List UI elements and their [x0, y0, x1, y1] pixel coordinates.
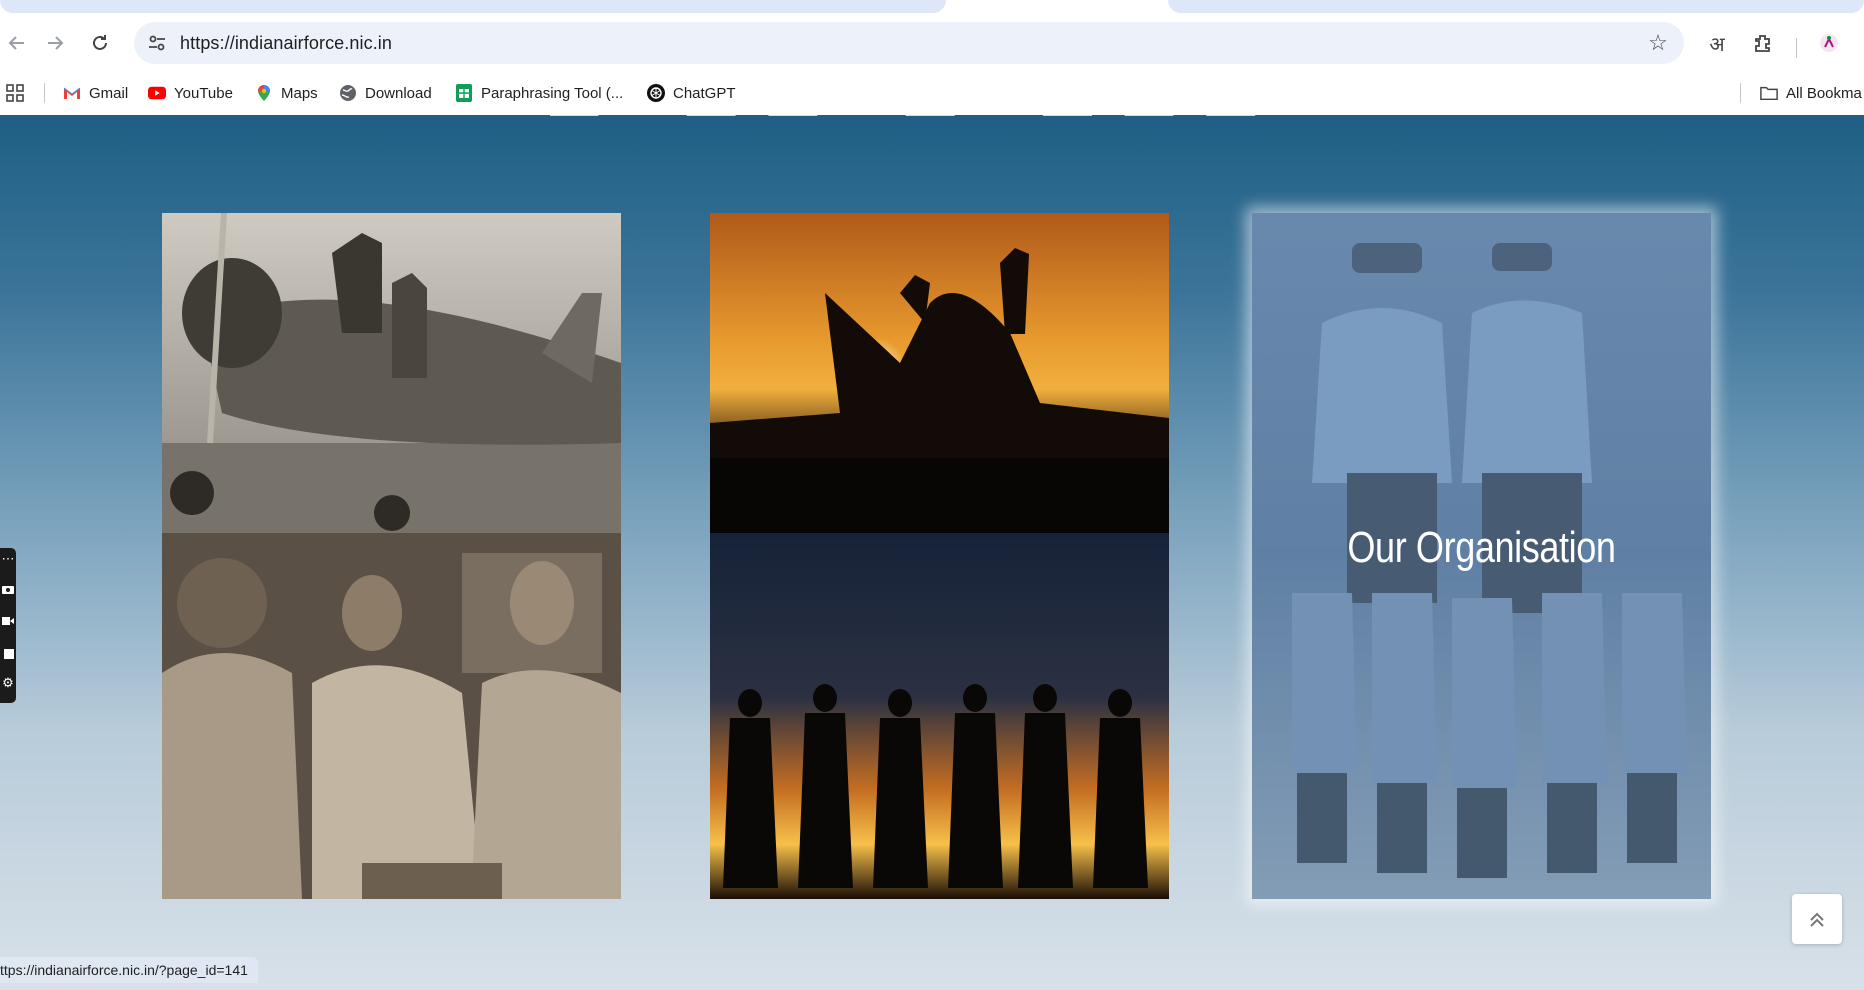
bookmark-download[interactable]: Download — [339, 82, 432, 104]
bookmark-label: Download — [365, 84, 432, 102]
gmail-icon — [63, 84, 81, 102]
history-card[interactable] — [162, 213, 621, 899]
folder-icon — [1760, 84, 1778, 102]
back-arrow-icon[interactable] — [0, 26, 34, 60]
bookmark-youtube[interactable]: YouTube — [148, 82, 233, 104]
url-text[interactable]: https://indianairforce.nic.in — [180, 33, 392, 54]
section-heading-cutoff: ▀ ▀▀ ▀ ▀▀▀ ▀▀ — [550, 115, 1310, 135]
bookmark-gmail[interactable]: Gmail — [63, 82, 128, 104]
jet-sunset-photo — [710, 213, 1169, 533]
bookmarks-bar: Gmail YouTube Maps Download Paraphrasing… — [0, 72, 1864, 115]
files-icon[interactable] — [0, 642, 16, 664]
organisation-card[interactable]: Our Organisation — [1252, 213, 1711, 899]
all-bookmarks[interactable]: All Bookma — [1760, 82, 1862, 104]
gear-icon[interactable]: ⚙ — [0, 672, 16, 694]
sheets-icon — [455, 84, 473, 102]
toolbar-divider — [1796, 38, 1797, 58]
bookmarks-divider — [44, 83, 45, 103]
bookmark-label: ChatGPT — [673, 84, 736, 102]
more-dots-icon[interactable]: ⋯ — [0, 548, 16, 570]
maps-icon — [255, 84, 273, 102]
bookmark-label: Paraphrasing Tool (... — [481, 84, 624, 102]
page-content: ▀ ▀▀ ▀ ▀▀▀ ▀▀ — [0, 115, 1864, 990]
browser-toolbar: https://indianairforce.nic.in ☆ अ — [0, 14, 1864, 72]
bookmark-label: YouTube — [174, 84, 233, 102]
browser-tab-right[interactable] — [1168, 0, 1864, 13]
camera-icon[interactable] — [0, 578, 16, 600]
status-bar-url: ttps://indianairforce.nic.in/?page_id=14… — [0, 957, 258, 983]
organisation-card-label[interactable]: Our Organisation — [1293, 523, 1669, 573]
pilots-silhouette-photo — [710, 533, 1169, 899]
address-bar[interactable]: https://indianairforce.nic.in ☆ — [134, 22, 1684, 64]
vintage-officers-photo — [162, 533, 621, 899]
bookmark-chatgpt[interactable]: ChatGPT — [647, 82, 736, 104]
floating-side-toolbar: ⋯ ⚙ — [0, 548, 16, 703]
apps-grid-icon[interactable] — [6, 82, 24, 104]
extensions-icon[interactable] — [1746, 26, 1780, 60]
site-info-icon[interactable] — [144, 30, 170, 56]
chatgpt-icon — [647, 84, 665, 102]
forward-arrow-icon[interactable] — [38, 26, 72, 60]
translate-icon[interactable]: अ — [1700, 26, 1734, 60]
bookmarks-divider — [1740, 83, 1741, 103]
globe-icon — [339, 84, 357, 102]
video-icon[interactable] — [0, 610, 16, 632]
browser-tab-left[interactable] — [0, 0, 946, 13]
bookmark-label: Gmail — [89, 84, 129, 102]
bookmark-paraphrasing-tool[interactable]: Paraphrasing Tool (... — [455, 82, 623, 104]
bookmark-maps[interactable]: Maps — [255, 82, 318, 104]
operations-card[interactable] — [710, 213, 1169, 899]
double-chevron-up-icon — [1810, 912, 1824, 927]
reload-icon[interactable] — [83, 26, 117, 60]
all-bookmarks-label: All Bookma — [1786, 84, 1862, 102]
scroll-to-top-button[interactable] — [1792, 894, 1842, 944]
bookmark-star-icon[interactable]: ☆ — [1644, 29, 1672, 57]
profile-avatar[interactable] — [1812, 26, 1846, 60]
vintage-aircraft-photo — [162, 213, 621, 533]
youtube-icon — [148, 84, 166, 102]
bookmark-label: Maps — [281, 84, 318, 102]
tab-strip — [0, 0, 1864, 14]
